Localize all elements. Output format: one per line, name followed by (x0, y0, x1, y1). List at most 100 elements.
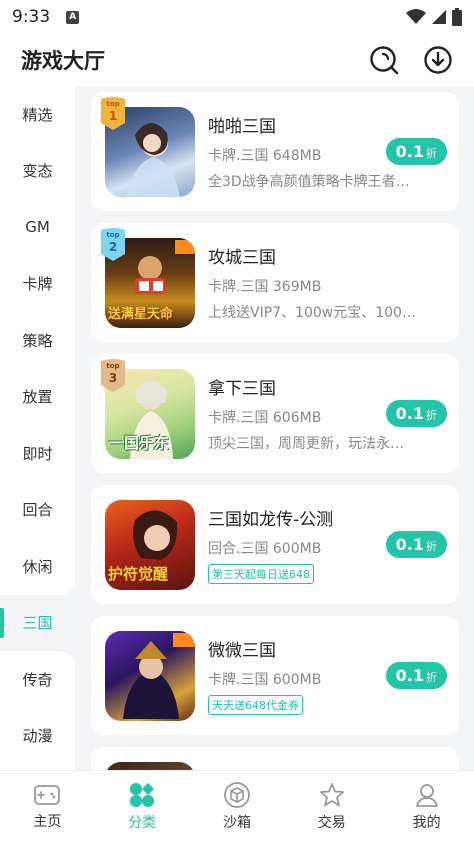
discount-unit: 折 (426, 540, 437, 553)
nav-category[interactable]: 分类 (95, 771, 190, 842)
game-icon[interactable] (105, 761, 195, 770)
rank-badge: top 2 (99, 227, 127, 262)
game-card[interactable]: top 1 啪啪三国 卡牌.三国 648MB 全3D战争高颜值策略卡牌王者… 0… (91, 92, 459, 211)
battery-icon (452, 8, 462, 26)
discount-badge[interactable]: 0.1 折 (385, 400, 447, 427)
sidebar-item-label: GM (25, 218, 50, 237)
sidebar-item-label: 动漫 (22, 727, 53, 746)
rank-badge: top 1 (99, 96, 127, 131)
nav-label: 主页 (33, 814, 62, 830)
category-icon (130, 783, 155, 807)
game-list: top 1 啪啪三国 卡牌.三国 648MB 全3D战争高颜值策略卡牌王者… 0… (91, 92, 459, 770)
sidebar-item-realtime[interactable]: 即时 (0, 425, 75, 482)
discount-unit: 折 (426, 147, 437, 160)
discount-value: 0.1 (395, 142, 424, 161)
sidebar-item-turn-based[interactable]: 回合 (0, 482, 75, 539)
nav-label: 交易 (317, 815, 346, 831)
sidebar-item-bt[interactable]: 变态 (0, 143, 75, 200)
page-title: 游戏大厅 (21, 49, 105, 73)
sidebar-item-three-kingdoms[interactable]: 三国 (0, 594, 75, 651)
sidebar-item-casual[interactable]: 休闲 (0, 538, 75, 595)
game-art-label: 送满星天命 (108, 306, 174, 322)
discount-value: 0.1 (395, 535, 424, 554)
game-icon[interactable]: 护符觉醒 (105, 499, 195, 590)
discount-badge[interactable]: 0.1 折 (385, 138, 447, 165)
sidebar-item-idle[interactable]: 放置 (0, 369, 75, 426)
sidebar-item-label: 变态 (22, 162, 53, 181)
signal-icon (432, 10, 446, 24)
game-name: 攻城三国 (208, 248, 276, 268)
wifi-icon (406, 9, 426, 24)
sidebar-item-label: 传奇 (22, 670, 53, 689)
status-bar: 9:33 A (0, 0, 474, 34)
bottom-nav: 主页 分类 沙箱 交易 我的 (0, 770, 474, 842)
game-desc: 顶尖三国，周周更新，玩法永… (208, 436, 404, 452)
game-art-label: 一国乐东 (109, 433, 170, 452)
nav-home[interactable]: 主页 (0, 771, 95, 842)
game-meta: 卡牌.三国 369MB (208, 279, 322, 295)
nav-label: 沙箱 (222, 815, 251, 831)
rank-number: 1 (108, 108, 118, 123)
game-desc: 上线送VIP7、100w元宝、100… (208, 305, 416, 321)
game-desc: 全3D战争高颜值策略卡牌王者… (208, 174, 410, 190)
status-time: 9:33 (12, 7, 51, 27)
game-icon[interactable]: top 1 (101, 96, 195, 197)
sidebar-item-card[interactable]: 卡牌 (0, 256, 75, 313)
sidebar-item-legend[interactable]: 传奇 (0, 651, 75, 708)
game-card[interactable]: 送满星天命 top 2 攻城三国 卡牌.三国 369MB 上线送VIP7、100… (91, 223, 459, 342)
sidebar-item-label: 卡牌 (22, 275, 53, 294)
sim-icon: A (66, 10, 80, 24)
sidebar-item-label: 三国 (22, 614, 53, 633)
download-icon (424, 46, 452, 74)
promo-tag: 天天送648代金券 (208, 695, 303, 715)
promo-tag: 第三天起每日送648 (208, 564, 314, 584)
sidebar-item-label: 放置 (22, 388, 53, 407)
game-icon[interactable]: 一国乐东 top 3 (101, 358, 195, 459)
app-header: 游戏大厅 (0, 34, 474, 86)
sidebar-item-label: 即时 (22, 444, 53, 463)
rank-label: top (106, 230, 120, 239)
sidebar-item-featured[interactable]: 精选 (0, 86, 75, 143)
download-button[interactable] (423, 45, 453, 75)
discount-unit: 折 (426, 409, 437, 422)
game-art-label: 护符觉醒 (108, 564, 169, 583)
game-icon[interactable]: 送满星天命 top 2 (101, 227, 195, 328)
sidebar-item-anime[interactable]: 动漫 (0, 708, 75, 765)
discount-value: 0.1 (395, 404, 424, 423)
search-icon (370, 46, 399, 75)
gamepad-icon (34, 785, 61, 805)
game-name: 啪啪三国 (208, 117, 276, 137)
rank-number: 3 (108, 370, 118, 385)
sidebar-item-label: 休闲 (22, 557, 53, 576)
sidebar-item-label: 精选 (22, 105, 53, 124)
status-icons (406, 8, 462, 26)
game-card[interactable] (91, 747, 459, 770)
cube-icon (224, 782, 250, 808)
nav-label: 我的 (412, 815, 441, 831)
game-icon[interactable] (105, 630, 195, 721)
star-icon (319, 783, 344, 807)
sidebar-item-label: 策略 (22, 331, 53, 350)
nav-profile[interactable]: 我的 (379, 771, 474, 842)
game-card[interactable]: 护符觉醒 三国如龙传-公测 回合.三国 600MB 第三天起每日送648 0.1… (91, 485, 459, 604)
category-sidebar: 精选 变态 GM 卡牌 策略 放置 即时 回合 休闲 三国 传奇 动漫 (0, 86, 75, 770)
discount-value: 0.1 (395, 666, 424, 685)
search-button[interactable] (369, 45, 399, 75)
game-name: 微微三国 (208, 641, 276, 661)
rank-badge: top 3 (99, 358, 127, 393)
discount-badge[interactable]: 0.1 折 (385, 662, 447, 689)
user-icon (415, 784, 438, 807)
game-card[interactable]: 微微三国 卡牌.三国 600MB 天天送648代金券 0.1 折 (91, 616, 459, 735)
discount-badge[interactable]: 0.1 折 (385, 531, 447, 558)
game-name: 拿下三国 (208, 379, 276, 399)
rank-number: 2 (108, 239, 118, 254)
nav-sandbox[interactable]: 沙箱 (190, 771, 285, 842)
sidebar-item-strategy[interactable]: 策略 (0, 312, 75, 369)
nav-trade[interactable]: 交易 (284, 771, 379, 842)
sidebar-item-gm[interactable]: GM (0, 199, 75, 256)
game-name: 三国如龙传-公测 (208, 510, 334, 530)
rank-label: top (106, 99, 120, 108)
game-card[interactable]: 一国乐东 top 3 拿下三国 卡牌.三国 606MB 顶尖三国，周周更新，玩法… (91, 354, 459, 473)
nav-label: 分类 (128, 815, 157, 831)
sidebar-item-label: 回合 (22, 501, 53, 520)
